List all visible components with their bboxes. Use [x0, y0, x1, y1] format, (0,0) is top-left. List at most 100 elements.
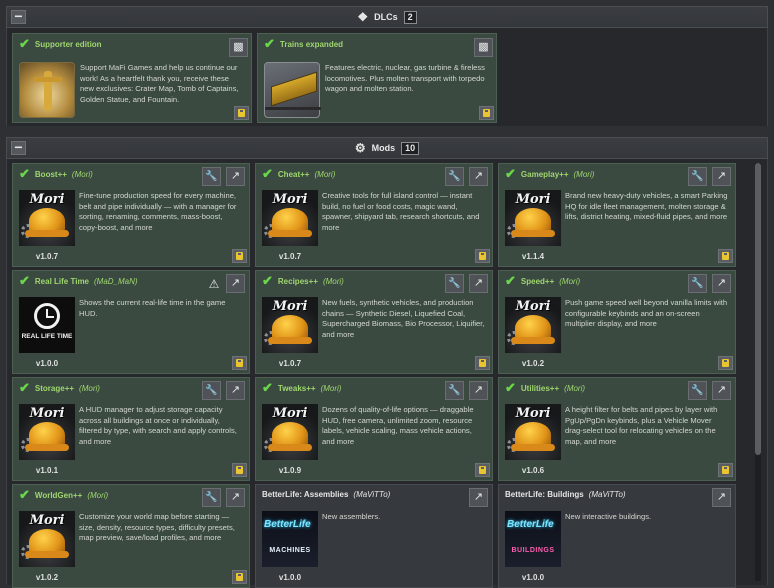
mod-settings-button[interactable]: 🔧	[202, 488, 221, 507]
mod-card-speed[interactable]: ✔ Speed++ (Mori) ↗ 🔧 Mori Push game speed well…	[498, 270, 736, 374]
external-link-icon: ↗	[230, 277, 241, 289]
open-mod-folder-button[interactable]: ↗	[712, 274, 731, 293]
mod-name: Tweaks++	[277, 383, 316, 393]
collapse-dlcs-button[interactable]: −	[11, 9, 26, 24]
enabled-check-icon: ✔	[505, 273, 516, 288]
mod-title-row: ✔ Recipes++ (Mori)	[262, 273, 344, 288]
mod-version: v1.1.4	[521, 252, 545, 261]
mod-settings-button[interactable]: 🔧	[445, 167, 464, 186]
betterlife-thumbnail: BetterLife MACHINES	[262, 511, 318, 567]
mod-name: Cheat++	[277, 169, 310, 179]
mod-author: (Mori)	[322, 276, 344, 286]
open-mod-folder-button[interactable]: ↗	[226, 488, 245, 507]
enabled-check-icon: ✔	[19, 487, 30, 502]
mod-description: Shows the current real-life time in the …	[79, 298, 226, 318]
mod-version: v1.0.2	[35, 573, 59, 582]
open-mod-folder-button[interactable]: ↗	[469, 488, 488, 507]
mod-version: v1.0.0	[521, 573, 545, 582]
mods-scrollbar-thumb[interactable]	[755, 163, 761, 455]
mod-card-tweaks[interactable]: ✔ Tweaks++ (Mori) ↗ 🔧 Mori Dozens of quality-o…	[255, 377, 493, 481]
mori-logo-thumbnail: Mori	[19, 404, 75, 460]
mod-card-storage[interactable]: ✔ Storage++ (Mori) ↗ 🔧 Mori A HUD manager to a…	[12, 377, 250, 481]
hardhat-brim	[268, 230, 312, 237]
mod-author: (Mori)	[79, 383, 100, 393]
mod-settings-button[interactable]: 🔧	[445, 274, 464, 293]
mod-card-cheat[interactable]: ✔ Cheat++ (Mori) ↗ 🔧 Mori Creative tools for f…	[255, 163, 493, 267]
mod-settings-button[interactable]: 🔧	[688, 381, 707, 400]
mod-manager-window: − ❖ DLCs 2 ✔ Supporter edition ▩ Support …	[0, 0, 774, 588]
open-mod-folder-button[interactable]: ↗	[712, 381, 731, 400]
mod-name: BetterLife: Buildings	[505, 490, 584, 499]
real-life-time-thumbnail: REAL LIFE TIME	[19, 297, 75, 353]
wrench-icon: 🔧	[691, 278, 704, 289]
open-mod-folder-button[interactable]: ↗	[226, 381, 245, 400]
mod-description: A HUD manager to adjust storage capacity…	[79, 405, 237, 446]
supporter-thumbnail	[19, 62, 75, 118]
mori-logo-text: Mori	[29, 192, 65, 207]
mod-card-gameplay[interactable]: ✔ Gameplay++ (Mori) ↗ 🔧 Mori Brand new heavy-d…	[498, 163, 736, 267]
open-mod-folder-button[interactable]: ↗	[226, 274, 245, 293]
mod-card-boost[interactable]: ✔ Boost++ (Mori) ↗ 🔧 Mori Fine-tune production…	[12, 163, 250, 267]
mod-settings-button[interactable]: 🔧	[445, 381, 464, 400]
mod-card-worldgen[interactable]: ✔ WorldGen++ (Mori) ↗ 🔧 Mori Customize your wo…	[12, 484, 250, 588]
enabled-check-icon: ✔	[262, 273, 273, 288]
save-icon	[234, 106, 249, 120]
collapse-mods-button[interactable]: −	[11, 140, 26, 155]
mod-settings-button[interactable]: 🔧	[202, 167, 221, 186]
mod-description: Dozens of quality-of-life options — drag…	[322, 405, 474, 446]
mod-author: (Mori)	[320, 383, 342, 393]
enabled-check-icon: ✔	[19, 273, 30, 288]
open-mod-folder-button[interactable]: ↗	[712, 488, 731, 507]
mods-scrollbar[interactable]	[755, 163, 761, 581]
mod-card-recipes[interactable]: ✔ Recipes++ (Mori) ↗ 🔧 Mori New fuels, synthet…	[255, 270, 493, 374]
mod-author: (Mori)	[564, 383, 586, 393]
open-mod-folder-button[interactable]: ↗	[469, 274, 488, 293]
mods-title: Mods	[371, 143, 396, 153]
steam-store-button[interactable]: ▩	[474, 38, 493, 57]
wrench-icon: 🔧	[691, 385, 704, 396]
mod-description: A height filter for belts and pipes by l…	[565, 405, 718, 446]
thumbnail-caption: REAL LIFE TIME	[21, 333, 73, 340]
mod-card-real-life-time[interactable]: ✔ Real Life Time (MaD_MaN) ↗ ⚠ REAL LIFE TIME…	[12, 270, 250, 374]
open-mod-folder-button[interactable]: ↗	[712, 167, 731, 186]
mod-settings-button[interactable]: 🔧	[688, 274, 707, 293]
dlcs-title: DLCs	[374, 12, 398, 22]
steam-store-button[interactable]: ▩	[229, 38, 248, 57]
open-mod-folder-button[interactable]: ↗	[469, 381, 488, 400]
mod-author: (MaViTTo)	[588, 490, 626, 499]
mod-version: v1.0.0	[35, 359, 59, 368]
mod-card-betterlife-assemblies[interactable]: BetterLife: Assemblies (MaViTTo) ↗ BetterLi…	[255, 484, 493, 588]
dlc-card-trains[interactable]: ✔ Trains expanded ▩ Features electric, nu…	[257, 33, 497, 123]
mod-description: Brand new heavy-duty vehicles, a smart P…	[565, 191, 728, 222]
mod-card-utilities[interactable]: ✔ Utilities++ (Mori) ↗ 🔧 Mori A height filter …	[498, 377, 736, 481]
wrench-icon: 🔧	[205, 171, 218, 182]
mod-description: Creative tools for full island control —…	[322, 191, 480, 232]
mori-logo-thumbnail: Mori	[19, 511, 75, 567]
dlc-card-supporter[interactable]: ✔ Supporter edition ▩ Support MaFi Games …	[12, 33, 252, 123]
mod-name: Boost++	[34, 169, 67, 179]
wrench-icon: 🔧	[691, 171, 704, 182]
steam-icon: ▩	[478, 41, 489, 53]
enabled-check-icon: ✔	[505, 380, 516, 395]
mod-settings-button[interactable]: 🔧	[202, 381, 221, 400]
betterlife-subtitle: MACHINES	[269, 547, 311, 554]
mod-name: WorldGen++	[34, 490, 83, 500]
mod-card-betterlife-buildings[interactable]: BetterLife: Buildings (MaViTTo) ↗ BetterLif…	[498, 484, 736, 588]
mori-logo-text: Mori	[272, 406, 308, 421]
mori-logo-text: Mori	[515, 192, 551, 207]
mod-settings-button[interactable]: 🔧	[688, 167, 707, 186]
open-mod-folder-button[interactable]: ↗	[226, 167, 245, 186]
enabled-check-icon: ✔	[505, 166, 516, 181]
save-icon	[232, 463, 247, 477]
enabled-check-icon: ✔	[262, 380, 273, 395]
mod-version: v1.0.0	[278, 573, 302, 582]
mori-logo-text: Mori	[272, 192, 308, 207]
hardhat-brim	[511, 230, 555, 237]
dlc-title: Supporter edition	[34, 39, 102, 49]
wrench-icon: 🔧	[448, 385, 461, 396]
mori-logo-thumbnail: Mori	[262, 190, 318, 246]
external-link-icon: ↗	[473, 384, 484, 396]
mori-logo-text: Mori	[515, 299, 551, 314]
open-mod-folder-button[interactable]: ↗	[469, 167, 488, 186]
mod-author: (MaD_MaN)	[94, 276, 138, 286]
